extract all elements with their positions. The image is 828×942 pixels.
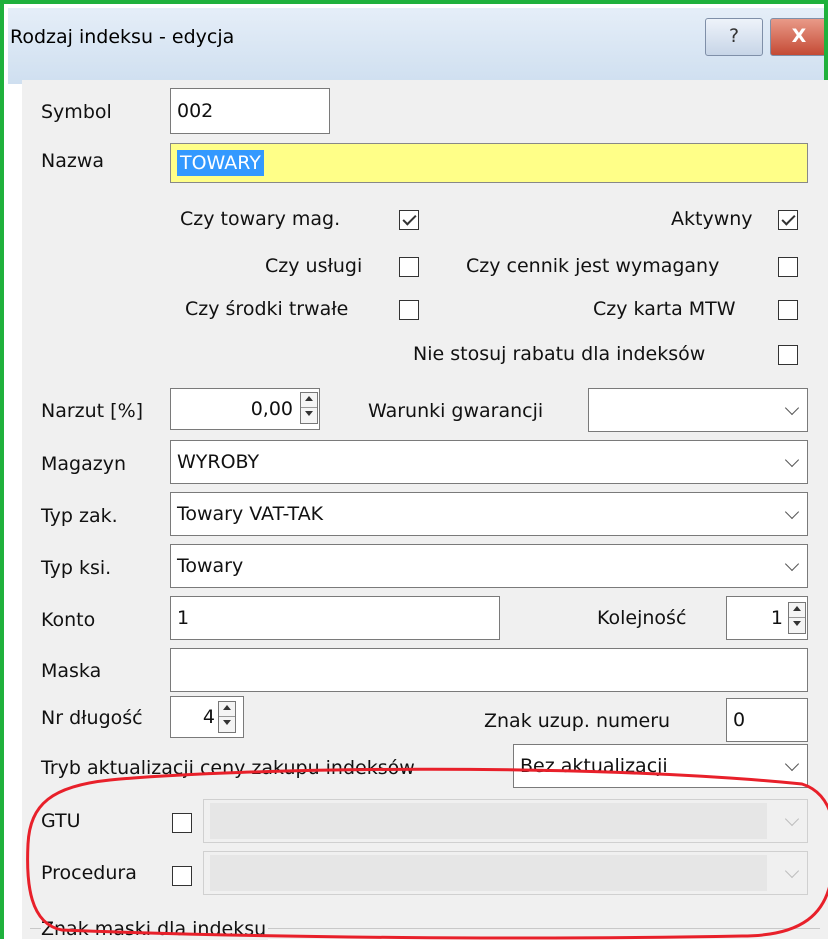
procedura-select[interactable] — [203, 851, 808, 895]
konto-input[interactable]: 1 — [170, 596, 500, 640]
tryb-select[interactable]: Bez aktualizacji — [513, 744, 808, 788]
konto-label: Konto — [41, 609, 96, 631]
narzut-input[interactable]: 0,00 — [170, 388, 320, 430]
gtu-select[interactable] — [203, 799, 808, 843]
warunki-label: Warunki gwarancji — [368, 400, 544, 422]
dialog-body: Symbol 002 Nazwa TOWARY Czy towary mag. … — [22, 80, 828, 940]
nazwa-input[interactable]: TOWARY — [170, 143, 808, 183]
chevron-down-icon — [784, 756, 800, 772]
nazwa-selected-text: TOWARY — [177, 150, 264, 176]
narzut-spinner[interactable] — [300, 392, 318, 424]
cennik-label: Czy cennik jest wymagany — [466, 255, 720, 277]
typ-ksi-value: Towary — [177, 555, 244, 577]
magazyn-value: WYROBY — [177, 451, 260, 473]
gtu-label: GTU — [41, 810, 81, 832]
symbol-label: Symbol — [41, 101, 112, 123]
close-button[interactable]: X — [770, 18, 824, 56]
aktywny-checkbox[interactable] — [778, 210, 798, 230]
kolejnosc-spinner[interactable] — [788, 602, 806, 634]
tryb-label: Tryb aktualizacji ceny zakupu indeksów — [41, 757, 415, 779]
typ-zak-select[interactable]: Towary VAT-TAK — [170, 492, 808, 536]
symbol-input[interactable]: 002 — [170, 88, 330, 134]
gtu-checkbox[interactable] — [172, 813, 192, 833]
maska-label: Maska — [41, 660, 102, 682]
typ-zak-label: Typ zak. — [41, 505, 118, 527]
srodki-label: Czy środki trwałe — [185, 298, 349, 320]
magazyn-label: Magazyn — [41, 453, 126, 475]
magazyn-select[interactable]: WYROBY — [170, 440, 808, 484]
towary-mag-checkbox[interactable] — [399, 210, 419, 230]
chevron-down-icon — [784, 556, 800, 572]
window-title: Rodzaj indeksu - edycja — [10, 26, 235, 48]
tryb-value: Bez aktualizacji — [520, 755, 668, 777]
chevron-down-icon — [784, 863, 800, 879]
title-bar: Rodzaj indeksu - edycja ? X — [8, 8, 824, 84]
rabat-label: Nie stosuj rabatu dla indeksów — [413, 343, 706, 365]
znak-uzup-label: Znak uzup. numeru — [484, 710, 671, 732]
typ-ksi-label: Typ ksi. — [41, 557, 112, 579]
chevron-down-icon — [784, 811, 800, 827]
rabat-checkbox[interactable] — [778, 345, 798, 365]
nr-dlugosc-label: Nr długość — [41, 707, 143, 729]
chevron-down-icon — [784, 452, 800, 468]
uslugi-label: Czy usługi — [265, 255, 363, 277]
maska-input[interactable] — [170, 648, 808, 692]
towary-mag-label: Czy towary mag. — [180, 208, 341, 230]
chevron-down-icon — [784, 400, 800, 416]
chevron-down-icon — [784, 504, 800, 520]
uslugi-checkbox[interactable] — [399, 257, 419, 277]
nazwa-label: Nazwa — [41, 150, 105, 172]
procedura-checkbox[interactable] — [172, 866, 192, 886]
karta-mtw-label: Czy karta MTW — [593, 298, 736, 320]
nr-dlugosc-spinner[interactable] — [218, 701, 236, 733]
help-button[interactable]: ? — [705, 18, 763, 56]
procedura-label: Procedura — [41, 862, 137, 884]
narzut-label: Narzut [%] — [41, 400, 144, 422]
karta-mtw-checkbox[interactable] — [778, 300, 798, 320]
typ-zak-value: Towary VAT-TAK — [177, 503, 324, 525]
kolejnosc-label: Kolejność — [597, 607, 687, 629]
typ-ksi-select[interactable]: Towary — [170, 544, 808, 588]
cennik-checkbox[interactable] — [778, 257, 798, 277]
znak-uzup-input[interactable]: 0 — [726, 698, 808, 742]
aktywny-label: Aktywny — [671, 208, 753, 230]
srodki-checkbox[interactable] — [399, 300, 419, 320]
znak-maski-group-label: Znak maski dla indeksu — [41, 918, 269, 940]
warunki-select[interactable] — [588, 388, 808, 432]
